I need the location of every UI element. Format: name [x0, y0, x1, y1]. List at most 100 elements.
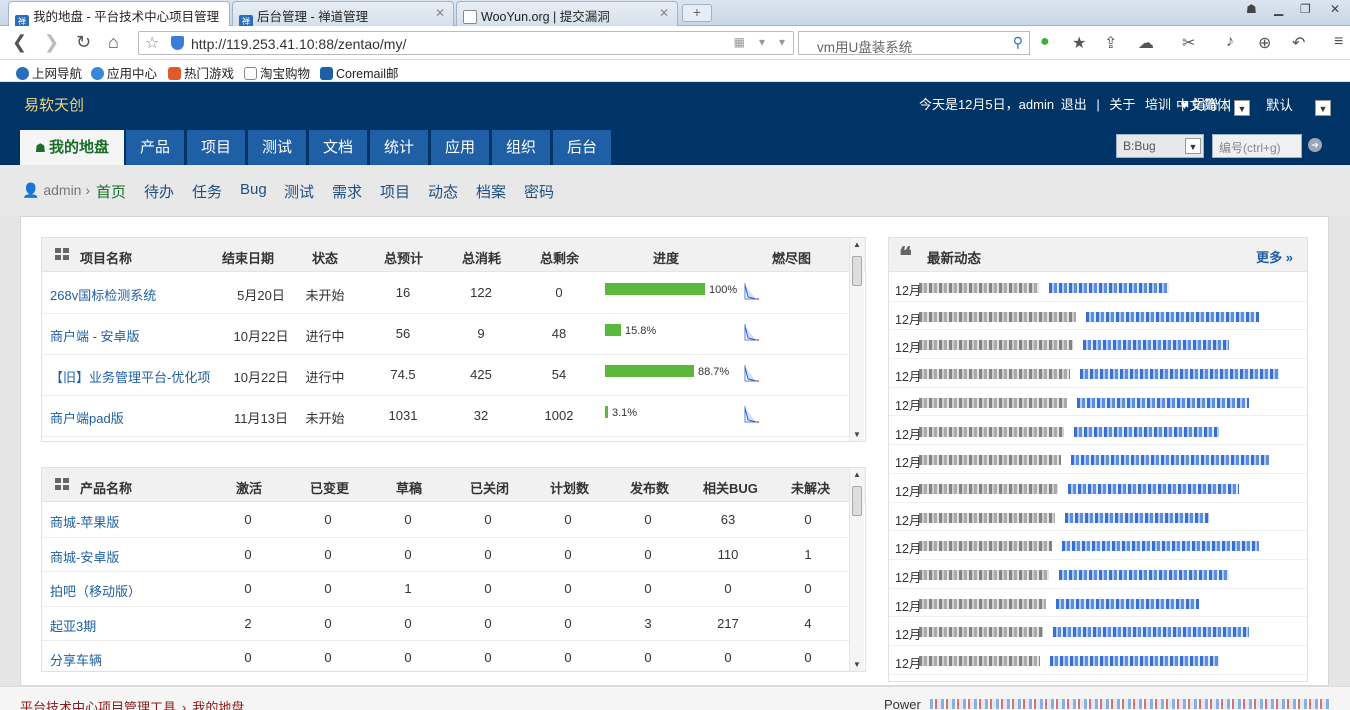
nav-product[interactable]: 产品: [126, 130, 184, 165]
feed-item[interactable]: 12月: [889, 474, 1307, 503]
logout-link[interactable]: 退出: [1061, 97, 1087, 112]
chevron-down-icon[interactable]: ▾: [759, 35, 765, 49]
nav-app[interactable]: 应用: [431, 130, 489, 165]
col-active[interactable]: 激活: [236, 478, 262, 497]
theme-select[interactable]: 默认 ▼: [1266, 94, 1331, 116]
scroll-thumb[interactable]: [852, 486, 862, 516]
search-box[interactable]: vm用U盘装系统 ⚲: [798, 31, 1030, 55]
feed-item[interactable]: 12月: [889, 646, 1307, 675]
language-select[interactable]: 中文简体 ▼: [1176, 94, 1250, 116]
product-name-link[interactable]: 起亚3期: [50, 616, 96, 635]
subnav-dynamic[interactable]: 动态: [428, 181, 458, 202]
nav-company[interactable]: 组织: [492, 130, 550, 165]
col-closed[interactable]: 已关闭: [470, 478, 509, 497]
object-id-input[interactable]: 编号(ctrl+g): [1212, 134, 1302, 158]
feed-item[interactable]: 12月: [889, 589, 1307, 618]
redacted-feed-link[interactable]: [1086, 311, 1259, 322]
project-name-link[interactable]: 268v国标检测系统: [50, 285, 156, 304]
restore-icon[interactable]: ❐: [1300, 2, 1311, 16]
wechat-icon[interactable]: ●: [1040, 33, 1050, 51]
browser-tab-wooyun[interactable]: WooYun.org | 提交漏洞 ✕: [456, 1, 678, 26]
subnav-home[interactable]: 首页: [96, 181, 126, 202]
col-changed[interactable]: 已变更: [310, 478, 349, 497]
redacted-feed-link[interactable]: [1083, 340, 1229, 351]
url-text[interactable]: http://119.253.41.10:88/zentao/my/: [191, 36, 406, 52]
product-name-link[interactable]: 商城-苹果版: [50, 512, 119, 531]
col-product-name[interactable]: 产品名称: [80, 478, 132, 497]
col-project-name[interactable]: 项目名称: [80, 248, 132, 267]
skin-icon[interactable]: ☗: [1246, 2, 1257, 16]
project-scrollbar[interactable]: ▲ ▼: [849, 238, 864, 441]
subnav-todo[interactable]: 待办: [144, 181, 174, 202]
redacted-feed-link[interactable]: [1071, 455, 1269, 466]
col-end-date[interactable]: 结束日期: [222, 248, 274, 267]
bookmark-star-icon[interactable]: ☆: [145, 33, 159, 53]
bookmark-appcenter[interactable]: 应用中心: [91, 63, 157, 82]
more-link[interactable]: 更多 »: [1256, 247, 1293, 266]
new-tab-button[interactable]: +: [682, 4, 712, 22]
feed-item[interactable]: 12月: [889, 273, 1307, 302]
feed-item[interactable]: 12月: [889, 445, 1307, 474]
go-arrow-icon[interactable]: ➜: [1308, 138, 1322, 152]
col-estimate[interactable]: 总预计: [384, 248, 423, 267]
scroll-up-icon[interactable]: ▲: [853, 240, 861, 249]
feed-item[interactable]: 12月: [889, 531, 1307, 560]
volume-icon[interactable]: ♪: [1226, 33, 1234, 51]
nav-admin[interactable]: 后台: [553, 130, 611, 165]
col-unresolved[interactable]: 未解决: [791, 478, 830, 497]
close-window-icon[interactable]: ✕: [1330, 2, 1340, 16]
user-link[interactable]: admin: [1019, 97, 1054, 112]
subnav-bug[interactable]: Bug: [240, 181, 267, 198]
redacted-feed-link[interactable]: [1059, 570, 1229, 580]
product-scrollbar[interactable]: ▲ ▼: [849, 468, 864, 671]
subnav-project[interactable]: 项目: [380, 181, 410, 202]
col-plans[interactable]: 计划数: [550, 478, 589, 497]
nav-test[interactable]: 测试: [248, 130, 306, 165]
search-text[interactable]: vm用U盘装系统: [817, 36, 912, 56]
col-left[interactable]: 总剩余: [540, 248, 579, 267]
scroll-up-icon[interactable]: ▲: [853, 470, 861, 479]
redacted-feed-link[interactable]: [1074, 426, 1219, 437]
burndown-chart[interactable]: [742, 322, 762, 344]
redacted-feed-link[interactable]: [1056, 598, 1199, 609]
burndown-chart[interactable]: [742, 363, 762, 385]
subnav-testtask[interactable]: 测试: [284, 181, 314, 202]
scroll-thumb[interactable]: [852, 256, 862, 286]
about-link[interactable]: 关于: [1109, 97, 1135, 112]
subnav-profile[interactable]: 档案: [476, 181, 506, 202]
minimize-icon[interactable]: ▁: [1274, 2, 1283, 16]
redacted-feed-link[interactable]: [1065, 512, 1209, 523]
col-releases[interactable]: 发布数: [630, 478, 669, 497]
browser-tab-admin[interactable]: 禅后台管理 - 禅道管理 ✕: [232, 1, 454, 26]
screenshot-scissors-icon[interactable]: ✂: [1182, 33, 1195, 53]
col-draft[interactable]: 草稿: [396, 478, 422, 497]
favorites-star-icon[interactable]: ★: [1072, 33, 1086, 53]
burndown-chart[interactable]: [742, 281, 762, 303]
browser-tab-mydashboard[interactable]: 禅我的地盘 - 平台技术中心项目管理: [8, 1, 230, 27]
scroll-down-icon[interactable]: ▼: [853, 430, 861, 439]
nav-doc[interactable]: 文档: [309, 130, 367, 165]
feed-item[interactable]: 12月: [889, 330, 1307, 360]
feed-item[interactable]: 12月: [889, 359, 1307, 388]
qr-code-icon[interactable]: ▦: [734, 35, 745, 49]
menu-icon[interactable]: ≡: [1334, 33, 1343, 51]
feed-item[interactable]: 12月: [889, 503, 1307, 532]
redacted-feed-link[interactable]: [1050, 656, 1219, 667]
product-name-link[interactable]: 商城-安卓版: [50, 547, 119, 566]
forward-icon[interactable]: ❯: [44, 32, 59, 53]
training-link[interactable]: 培训: [1145, 97, 1171, 112]
refresh-icon[interactable]: ↻: [76, 32, 91, 53]
redacted-feed-link[interactable]: [1080, 369, 1279, 380]
feed-item[interactable]: 12月: [889, 388, 1307, 417]
col-consumed[interactable]: 总消耗: [462, 248, 501, 267]
back-icon[interactable]: ❮: [12, 32, 27, 53]
home-icon[interactable]: ⌂: [108, 32, 119, 53]
bookmark-games[interactable]: 热门游戏: [168, 63, 234, 82]
feed-item[interactable]: 12月: [889, 560, 1307, 589]
nav-project[interactable]: 项目: [187, 130, 245, 165]
burndown-chart[interactable]: [742, 404, 762, 426]
bookmark-coremail[interactable]: Coremail邮: [320, 63, 399, 82]
redacted-feed-link[interactable]: [1062, 541, 1259, 552]
breadcrumb-current[interactable]: 我的地盘: [192, 700, 244, 710]
search-type-select[interactable]: B:Bug ▼: [1116, 134, 1204, 158]
